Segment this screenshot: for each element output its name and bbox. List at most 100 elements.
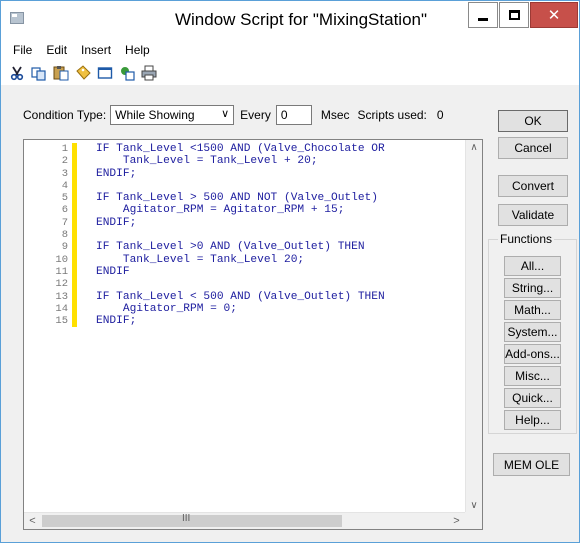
line-number: 4 <box>61 179 68 192</box>
code-text: IF Tank_Level <1500 AND (Valve_Chocolate… <box>96 143 385 155</box>
functions-group: Functions All... String... Math... Syste… <box>488 232 577 434</box>
change-marker <box>72 192 77 205</box>
scroll-left-arrow-icon[interactable]: < <box>24 513 41 529</box>
line-number: 1 <box>61 143 68 155</box>
change-marker <box>72 253 77 266</box>
cut-icon[interactable] <box>7 64 27 82</box>
every-label: Every <box>240 108 271 122</box>
cancel-button[interactable]: Cancel <box>498 137 568 159</box>
horizontal-scrollbar[interactable]: < III > <box>24 512 465 529</box>
code-line[interactable]: 3 ENDIF; <box>24 167 454 180</box>
code-lines: 1 IF Tank_Level <1500 AND (Valve_Chocolat… <box>24 143 454 328</box>
line-number: 7 <box>61 216 68 229</box>
code-line[interactable]: 1 IF Tank_Level <1500 AND (Valve_Chocolat… <box>24 143 454 156</box>
code-text: Agitator_RPM = Agitator_RPM + 15; <box>96 204 345 217</box>
code-line[interactable]: 2 Tank_Level = Tank_Level + 20; <box>24 155 454 168</box>
line-number: 10 <box>55 253 68 266</box>
scroll-corner <box>465 512 482 529</box>
horizontal-scroll-thumb[interactable]: III <box>42 513 342 527</box>
functions-math-button[interactable]: Math... <box>504 300 561 320</box>
code-text: ENDIF; <box>96 167 137 180</box>
scroll-right-arrow-icon[interactable]: > <box>448 513 465 529</box>
minimize-button[interactable] <box>468 2 498 28</box>
functions-addons-button[interactable]: Add-ons... <box>504 344 561 364</box>
change-marker <box>72 167 77 180</box>
ok-button[interactable]: OK <box>498 110 568 132</box>
line-number: 11 <box>55 265 68 278</box>
copy-icon[interactable] <box>29 64 49 82</box>
code-line[interactable]: 5 IF Tank_Level > 500 AND NOT (Valve_Outl… <box>24 192 454 205</box>
print-icon[interactable] <box>139 64 159 82</box>
script-editor[interactable]: 1 IF Tank_Level <1500 AND (Valve_Chocolat… <box>23 139 483 530</box>
change-marker <box>72 216 77 230</box>
maximize-button[interactable] <box>499 2 529 28</box>
menu-insert[interactable]: Insert <box>74 43 118 57</box>
window-script-dialog: Window Script for "MixingStation" ✕ File… <box>0 0 580 543</box>
functions-label: Functions <box>498 232 555 246</box>
app-window-icon[interactable] <box>10 12 24 24</box>
code-text: Agitator_RPM = 0; <box>96 302 237 315</box>
menu-help[interactable]: Help <box>118 43 157 57</box>
toolbar <box>1 61 579 85</box>
paste-icon[interactable] <box>51 64 71 82</box>
code-line[interactable]: 10 Tank_Level = Tank_Level 20; <box>24 253 454 266</box>
scroll-grip: III <box>182 513 191 524</box>
menu-edit[interactable]: Edit <box>39 43 74 57</box>
code-line[interactable]: 13 IF Tank_Level < 500 AND (Valve_Outlet)… <box>24 290 454 303</box>
code-line[interactable]: 7 ENDIF; <box>24 216 454 230</box>
validate-button[interactable]: Validate <box>498 204 568 226</box>
chevron-down-icon: ∨ <box>221 108 230 120</box>
change-marker <box>72 290 77 303</box>
every-input[interactable]: 0 <box>275 105 312 125</box>
menu-file[interactable]: File <box>6 43 39 57</box>
functions-quick-button[interactable]: Quick... <box>504 388 561 408</box>
functions-all-button[interactable]: All... <box>504 256 561 276</box>
window-title: Window Script for "MixingStation" <box>174 10 428 29</box>
code-text: ENDIF; <box>96 216 137 229</box>
code-line[interactable]: 6 Agitator_RPM = Agitator_RPM + 15; <box>24 204 454 217</box>
code-text: IF Tank_Level >0 AND (Valve_Outlet) THEN <box>96 241 365 254</box>
line-number: 12 <box>55 278 68 291</box>
code-text: Tank_Level = Tank_Level 20; <box>96 253 305 266</box>
code-line[interactable]: 4 <box>24 179 454 193</box>
code-text: Tank_Level = Tank_Level + 20; <box>96 155 318 168</box>
code-text: IF Tank_Level < 500 AND (Valve_Outlet) T… <box>96 290 385 303</box>
code-line[interactable]: 12 <box>24 278 454 291</box>
line-number: 15 <box>55 315 68 328</box>
functions-system-button[interactable]: System... <box>504 322 561 342</box>
scroll-up-arrow-icon[interactable]: ∧ <box>466 140 482 156</box>
change-marker <box>72 302 77 316</box>
mem-ole-button[interactable]: MEM OLE <box>493 453 570 476</box>
title-bar[interactable]: Window Script for "MixingStation" ✕ <box>1 1 579 39</box>
change-marker <box>72 155 77 168</box>
line-number: 6 <box>61 204 68 217</box>
functions-string-button[interactable]: String... <box>504 278 561 298</box>
functions-help-button[interactable]: Help... <box>504 410 561 430</box>
convert-icon[interactable] <box>117 64 137 82</box>
change-marker <box>72 229 77 242</box>
code-text: IF Tank_Level > 500 AND NOT (Valve_Outle… <box>96 192 378 205</box>
code-line[interactable]: 9 IF Tank_Level >0 AND (Valve_Outlet) THE… <box>24 241 454 254</box>
code-line[interactable]: 11 ENDIF <box>24 265 454 279</box>
code-line[interactable]: 15 ENDIF; <box>24 315 454 328</box>
change-marker <box>72 241 77 254</box>
code-line[interactable]: 14 Agitator_RPM = 0; <box>24 302 454 316</box>
minimize-icon <box>478 17 488 21</box>
change-marker <box>72 179 77 193</box>
window-icon[interactable] <box>95 64 115 82</box>
line-number: 9 <box>61 241 68 254</box>
maximize-icon <box>508 10 520 20</box>
code-line[interactable]: 8 <box>24 229 454 242</box>
line-number: 14 <box>55 302 68 315</box>
line-number: 5 <box>61 192 68 205</box>
line-number: 13 <box>55 290 68 303</box>
vertical-scrollbar[interactable]: ∧ ∨ <box>465 140 482 514</box>
tag-icon[interactable] <box>73 64 93 82</box>
condition-type-label: Condition Type: <box>23 108 107 122</box>
condition-type-select[interactable]: While Showing ∨ <box>110 105 235 125</box>
line-number: 8 <box>61 229 68 242</box>
scripts-used-value: 0 <box>436 108 444 122</box>
convert-button[interactable]: Convert <box>498 175 568 197</box>
functions-misc-button[interactable]: Misc... <box>504 366 561 386</box>
close-button[interactable]: ✕ <box>530 2 578 28</box>
